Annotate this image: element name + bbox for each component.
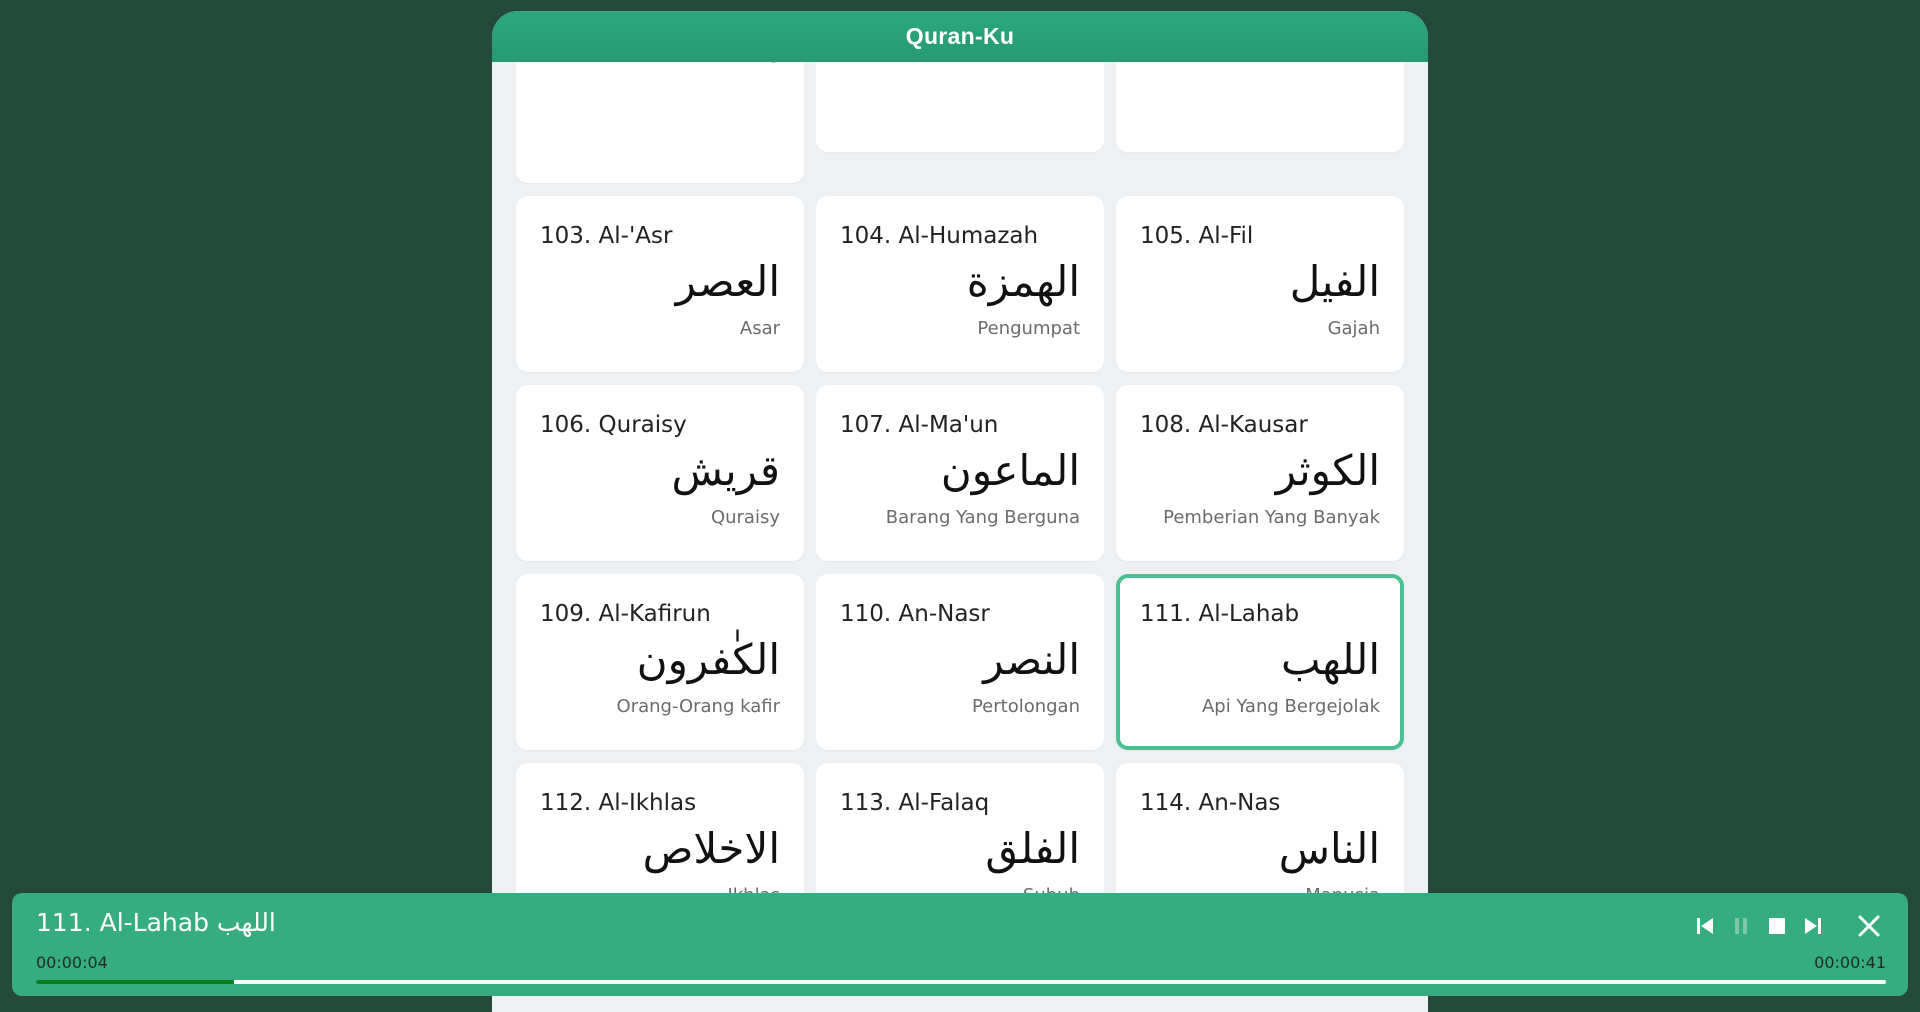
- app-title: Quran-Ku: [492, 11, 1428, 62]
- duration-time: 00:00:41: [1814, 953, 1886, 972]
- surah-title: 111. Al-Lahab: [1140, 601, 1300, 627]
- surah-arabic-name: الفلق: [985, 824, 1080, 873]
- surah-grid: Kencang 103. Al-'Asrالعصر Asar 104. Al-Huma…: [516, 62, 1404, 939]
- surah-title: 105. Al-Fil: [1140, 223, 1254, 249]
- close-player-button[interactable]: [1852, 909, 1886, 943]
- surah-arabic-name: الكوثر: [1275, 446, 1380, 495]
- next-icon: [1805, 918, 1821, 934]
- now-playing-title: 111. Al-Lahab اللهب: [36, 908, 276, 937]
- surah-title: 113. Al-Falaq: [840, 790, 990, 816]
- pause-button[interactable]: [1726, 911, 1756, 941]
- surah-meaning: Asar: [739, 318, 780, 339]
- surah-card[interactable]: 108. Al-Kausar الكوثر Pemberian Yang Banya…: [1116, 385, 1404, 561]
- audio-player: 111. Al-Lahab اللهب 00:00:04 00:00:41: [12, 893, 1908, 996]
- pause-icon: [1735, 918, 1747, 934]
- surah-card[interactable]: Kencang: [516, 62, 804, 183]
- surah-arabic-name: النصر: [983, 635, 1080, 684]
- surah-title: 112. Al-Ikhlas: [540, 790, 697, 816]
- next-button[interactable]: [1798, 911, 1828, 941]
- surah-arabic-name: اللهب: [1281, 635, 1380, 684]
- surah-card-active[interactable]: 111. Al-Lahab اللهب Api Yang Bergejolak: [1116, 574, 1404, 750]
- surah-card[interactable]: 105. Al-Fil الفيل Gajah: [1116, 196, 1404, 372]
- surah-card[interactable]: 104. Al-Humazah الهمزة Pengumpat: [816, 196, 1104, 372]
- surah-arabic-name: الكٰفرون: [636, 635, 780, 684]
- surah-meaning: Api Yang Bergejolak: [1201, 696, 1380, 717]
- previous-icon: [1697, 918, 1713, 934]
- surah-meaning: Pemberian Yang Banyak: [1163, 507, 1380, 528]
- surah-title: 104. Al-Humazah: [840, 223, 1039, 249]
- surah-arabic-name: الفيل: [1289, 257, 1380, 306]
- surah-arabic-name: الهمزة: [966, 257, 1080, 306]
- surah-title: 106. Quraisy: [540, 412, 687, 438]
- surah-card[interactable]: [1116, 62, 1404, 152]
- surah-meaning: Quraisy: [710, 507, 780, 528]
- player-controls: [1684, 909, 1886, 943]
- surah-arabic-name: العصر: [675, 257, 780, 306]
- surah-card[interactable]: 107. Al-Ma'un الماعون Barang Yang Berguna: [816, 385, 1104, 561]
- surah-card[interactable]: [816, 62, 1104, 152]
- surah-meaning: Gajah: [1327, 318, 1380, 339]
- surah-title: 109. Al-Kafirun: [540, 601, 711, 627]
- surah-title: 103. Al-'Asr: [540, 223, 673, 249]
- surah-arabic-name: الماعون: [940, 446, 1080, 495]
- stop-button[interactable]: [1762, 911, 1792, 941]
- surah-card[interactable]: 110. An-Nasr النصر Pertolongan: [816, 574, 1104, 750]
- surah-title: 107. Al-Ma'un: [840, 412, 999, 438]
- surah-meaning: Barang Yang Berguna: [885, 507, 1080, 528]
- surah-card[interactable]: 103. Al-'Asr العصر Asar: [516, 196, 804, 372]
- surah-arabic-name: الاخلاص: [642, 824, 780, 873]
- surah-meaning: Pertolongan: [971, 696, 1080, 717]
- progress-fill: [36, 980, 234, 984]
- surah-title: 108. Al-Kausar: [1140, 412, 1308, 438]
- current-time: 00:00:04: [36, 953, 108, 972]
- surah-arabic-name: الناس: [1278, 824, 1380, 873]
- surah-title: 114. An-Nas: [1140, 790, 1281, 816]
- stop-icon: [1769, 918, 1785, 934]
- close-icon: [1858, 915, 1880, 937]
- surah-meaning: Kencang: [540, 62, 780, 65]
- previous-button[interactable]: [1690, 911, 1720, 941]
- surah-card[interactable]: 106. Quraisy قريش Quraisy: [516, 385, 804, 561]
- surah-arabic-name: قريش: [671, 446, 781, 495]
- app-window: Quran-Ku Kencang 103. Al-'Asrالعصر Asar 104…: [492, 11, 1428, 1012]
- surah-card[interactable]: 109. Al-Kafirun الكٰفرون Orang-Orang kafir: [516, 574, 804, 750]
- progress-bar[interactable]: [36, 980, 1886, 984]
- surah-title: 110. An-Nasr: [840, 601, 990, 627]
- surah-meaning: Pengumpat: [977, 318, 1080, 339]
- surah-list[interactable]: Kencang 103. Al-'Asrالعصر Asar 104. Al-Huma…: [492, 62, 1428, 1012]
- surah-meaning: Orang-Orang kafir: [616, 696, 780, 717]
